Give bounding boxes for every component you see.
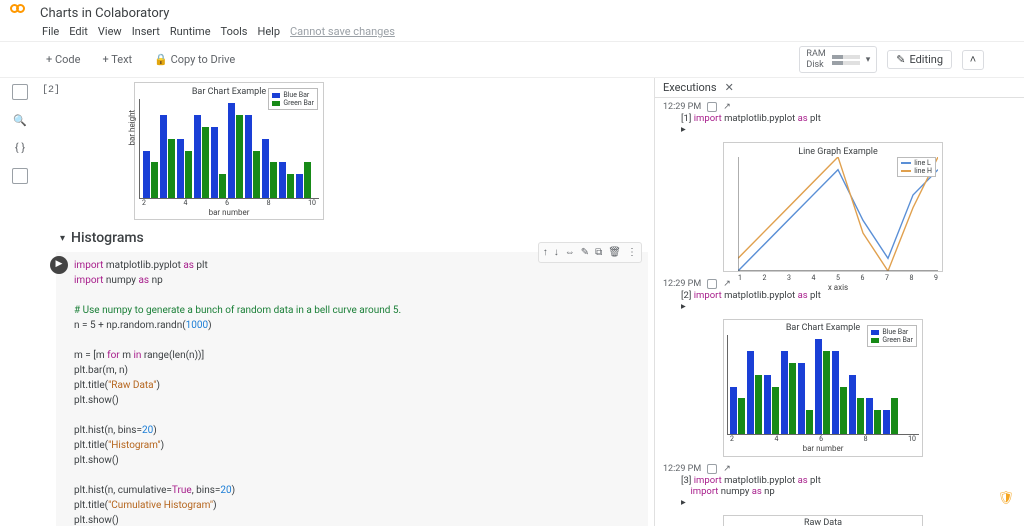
line-chart-output: Line Graph Example line L line H 1234567… <box>723 142 943 272</box>
bar-chart-output-panel: Bar Chart Example Blue Bar Green Bar 2 4… <box>723 319 923 457</box>
add-text-button[interactable]: + Text <box>96 51 138 68</box>
executions-title: Executions <box>663 81 717 94</box>
bar-chart-output: Bar Chart Example Blue Bar Green Bar bar… <box>134 82 324 220</box>
link-icon[interactable]: ⇔ <box>565 245 575 260</box>
menu-help[interactable]: Help <box>257 25 280 38</box>
snippets-icon[interactable]: { } <box>15 141 25 154</box>
copy-drive-button[interactable]: 🔒 Copy to Drive <box>148 51 241 68</box>
raw-data-output-panel: Raw Data <box>723 515 923 526</box>
notebook-area[interactable]: [2] Bar Chart Example Blue Bar Green Bar… <box>40 78 654 526</box>
menu-edit[interactable]: Edit <box>69 25 88 38</box>
cell-toolbar: ↑ ↓ ⇔ ✎ ⧉ 🗑 ⋮ <box>538 242 642 263</box>
goto-cell-icon[interactable]: ↗ <box>723 102 731 112</box>
menu-tools[interactable]: Tools <box>221 25 248 38</box>
comment-icon[interactable]: ✎ <box>581 245 589 260</box>
doc-title[interactable]: Charts in Colaboratory <box>40 6 169 21</box>
collapse-arrow-icon[interactable]: ▾ <box>60 233 65 244</box>
move-down-icon[interactable]: ↓ <box>554 245 559 260</box>
editing-mode-button[interactable]: ✎ Editing <box>887 50 952 69</box>
menu-runtime[interactable]: Runtime <box>170 25 211 38</box>
resource-indicator[interactable]: RAM Disk ▾ <box>799 46 877 73</box>
mirror-icon[interactable]: ⧉ <box>595 245 602 260</box>
menu-view[interactable]: View <box>98 25 122 38</box>
menu-bar: File Edit View Insert Runtime Tools Help… <box>0 22 1024 41</box>
goto-cell-icon[interactable]: ↗ <box>723 279 731 289</box>
menu-file[interactable]: File <box>42 25 59 38</box>
cell-index: [2] <box>42 85 60 96</box>
save-status: Cannot save changes <box>290 25 395 38</box>
colab-logo <box>10 4 32 22</box>
tab-icon[interactable] <box>707 464 717 474</box>
delete-icon[interactable]: 🗑 <box>608 245 621 260</box>
search-icon[interactable]: 🔍 <box>13 114 27 127</box>
legend: Blue Bar Green Bar <box>268 88 318 110</box>
toc-icon[interactable] <box>12 84 28 100</box>
code-cell[interactable]: ▶ ↑ ↓ ⇔ ✎ ⧉ 🗑 ⋮ import matplotlib.pyplot… <box>56 252 648 526</box>
more-icon[interactable]: ⋮ <box>627 245 637 260</box>
executions-panel: Executions ✕ 12:29 PM↗ [1] import matplo… <box>654 78 1024 526</box>
add-code-button[interactable]: + Code <box>40 51 86 68</box>
close-icon[interactable]: ✕ <box>725 81 734 94</box>
menu-insert[interactable]: Insert <box>132 25 160 38</box>
tab-icon[interactable] <box>707 279 717 289</box>
move-up-icon[interactable]: ↑ <box>543 245 548 260</box>
collapse-header-button[interactable]: ˄ <box>962 50 984 70</box>
tab-icon[interactable] <box>707 102 717 112</box>
goto-cell-icon[interactable]: ↗ <box>723 464 731 474</box>
files-icon[interactable] <box>12 168 28 184</box>
left-rail: 🔍 { } <box>0 78 40 526</box>
run-cell-button[interactable]: ▶ <box>50 256 68 274</box>
feedback-icon[interactable]: 🛡 <box>997 491 1014 506</box>
